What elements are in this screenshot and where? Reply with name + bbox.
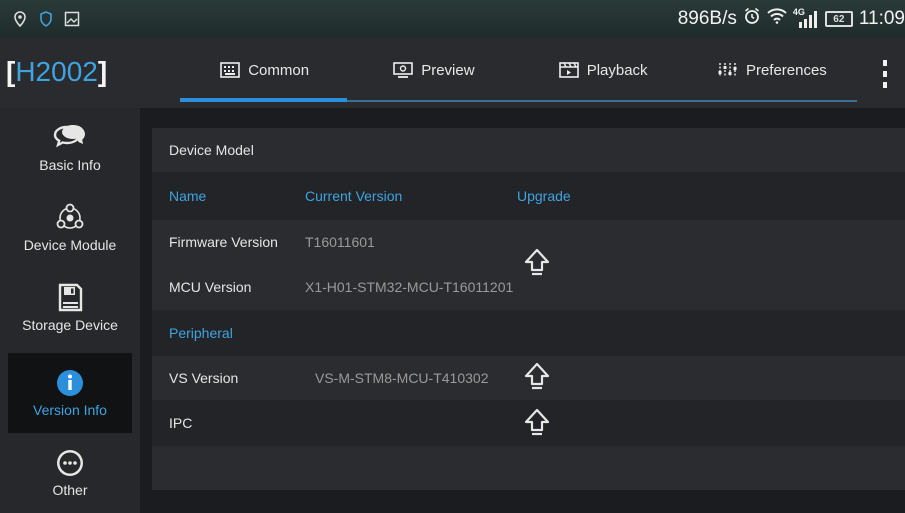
vs-version-row: VS Version VS-M-STM8-MCU-T410302	[152, 356, 905, 400]
mcu-version-label: MCU Version	[169, 279, 252, 295]
column-headers: Name Current Version Upgrade	[152, 172, 905, 220]
floppy-disk-icon	[53, 283, 87, 313]
battery-icon: 62	[824, 11, 853, 27]
image-icon	[64, 11, 80, 27]
firmware-version-label: Firmware Version	[169, 234, 278, 250]
film-icon	[558, 62, 579, 78]
status-bar: 896B/s 4G 62 11:09	[0, 0, 905, 38]
sidebar-item-basic-info[interactable]: Basic Info	[8, 108, 132, 188]
firmware-mcu-group: Firmware Version T16011601 MCU Version X…	[152, 220, 905, 310]
upload-arrow-icon[interactable]	[524, 408, 550, 441]
shield-icon	[38, 11, 54, 27]
sidebar: Basic Info Device Module Storage Device …	[0, 108, 140, 513]
col-version-header: Current Version	[305, 188, 403, 204]
sliders-icon	[718, 62, 738, 78]
modules-icon	[53, 203, 87, 233]
keyboard-icon	[220, 62, 240, 78]
sidebar-item-storage-device[interactable]: Storage Device	[8, 268, 132, 348]
sidebar-item-label: Basic Info	[39, 157, 101, 173]
brand-logo: [H2002]	[6, 56, 108, 87]
wifi-icon	[767, 8, 787, 30]
net-speed: 896B/s	[677, 8, 737, 29]
tab-playback-label: Playback	[586, 61, 648, 79]
sidebar-item-other[interactable]: Other	[8, 433, 132, 513]
sidebar-item-label: Device Module	[23, 237, 117, 253]
section-header-peripheral: Peripheral	[152, 310, 905, 356]
app-header: [H2002] Common Preview Playback Preferen…	[0, 38, 905, 108]
ipc-row: IPC	[152, 400, 905, 446]
tab-preview-label: Preview	[421, 61, 475, 79]
firmware-version-value: T16011601	[305, 234, 375, 250]
empty-row	[152, 446, 905, 490]
upload-arrow-icon[interactable]	[524, 248, 550, 281]
sidebar-item-label: Other	[52, 482, 88, 498]
col-upgrade-header: Upgrade	[517, 188, 571, 204]
section-header-device-model: Device Model	[152, 128, 905, 172]
tab-common-label: Common	[248, 61, 310, 79]
battery-level: 62	[833, 13, 845, 25]
location-icon	[12, 11, 28, 27]
section-title: Device Model	[169, 142, 254, 158]
more-icon	[53, 448, 87, 478]
clock: 11:09	[858, 8, 905, 29]
alarm-icon	[743, 7, 761, 31]
sidebar-item-label: Storage Device	[22, 317, 118, 333]
tab-preferences[interactable]: Preferences	[688, 38, 857, 102]
tab-common[interactable]: Common	[180, 38, 349, 102]
vs-version-value: VS-M-STM8-MCU-T410302	[315, 370, 489, 386]
sidebar-item-label: Version Info	[33, 402, 107, 418]
signal-icon: 4G	[793, 7, 819, 29]
kebab-menu-icon[interactable]	[880, 60, 890, 88]
monitor-icon	[393, 62, 413, 78]
ipc-label: IPC	[169, 415, 193, 431]
tab-bar: Common Preview Playback Preferences	[180, 38, 857, 102]
tab-playback[interactable]: Playback	[519, 38, 688, 102]
tab-preview[interactable]: Preview	[349, 38, 518, 102]
tab-active-indicator	[180, 98, 347, 102]
tab-preferences-label: Preferences	[745, 61, 827, 79]
upload-arrow-icon[interactable]	[524, 362, 550, 395]
sidebar-item-version-info[interactable]: Version Info	[8, 353, 132, 433]
mcu-version-value: X1-H01-STM32-MCU-T16011201	[305, 279, 514, 295]
vs-version-label: VS Version	[169, 370, 239, 386]
chat-bubbles-icon	[53, 123, 87, 153]
brand-name: H2002	[15, 56, 98, 87]
sidebar-item-device-module[interactable]: Device Module	[8, 188, 132, 268]
peripheral-title: Peripheral	[169, 325, 233, 341]
info-icon	[53, 368, 87, 398]
col-name-header: Name	[169, 188, 207, 204]
